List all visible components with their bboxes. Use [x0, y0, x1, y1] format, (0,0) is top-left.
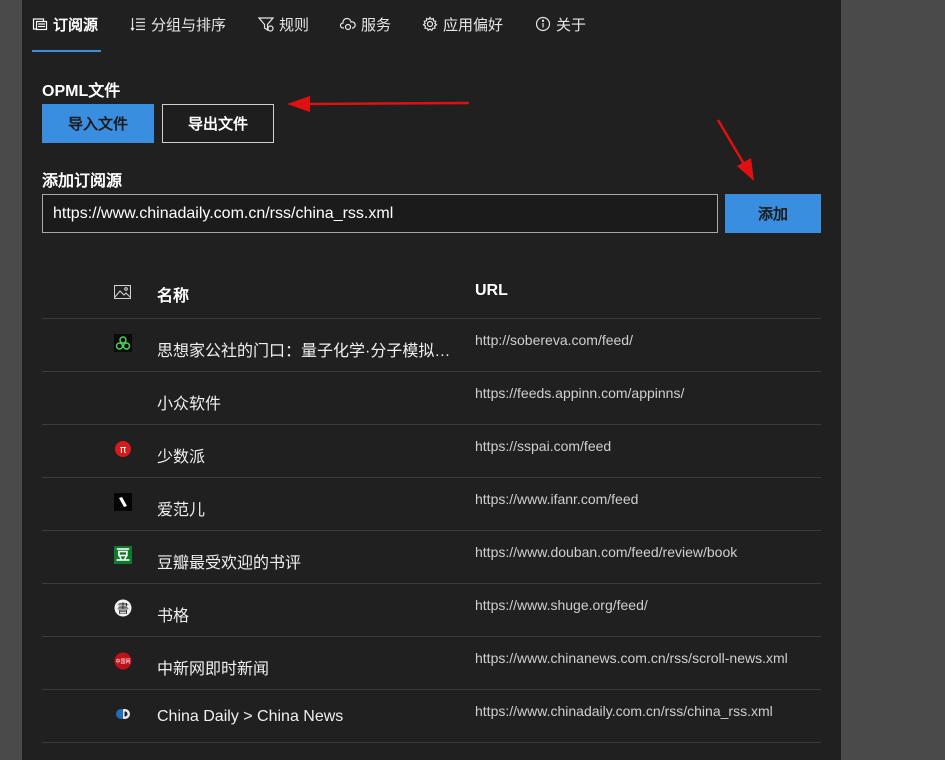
- add-feed-section-title: 添加订阅源: [42, 173, 123, 190]
- gear-icon: [422, 16, 438, 32]
- opml-section-title: OPML文件: [42, 83, 121, 100]
- feed-url: https://www.chinadaily.com.cn/rss/china_…: [475, 703, 773, 719]
- table-row[interactable]: 豆 豆瓣最受欢迎的书评 https://www.douban.com/feed/…: [42, 531, 821, 584]
- image-icon: [114, 285, 131, 299]
- douban-icon: 豆: [114, 546, 132, 564]
- tab-rules[interactable]: 规则: [258, 12, 309, 36]
- table-row[interactable]: 爱范儿 https://www.ifanr.com/feed: [42, 478, 821, 531]
- feed-name: 思想家公社的门口：量子化学·分子模拟·二次元: [157, 343, 452, 360]
- tab-groups-sort[interactable]: 分组与排序: [130, 12, 226, 36]
- tab-about-label: 关于: [556, 16, 587, 34]
- tab-services[interactable]: 服务: [340, 12, 391, 36]
- sspai-icon: π: [115, 441, 131, 457]
- table-row[interactable]: 書 书格 https://www.shuge.org/feed/: [42, 584, 821, 637]
- table-row[interactable]: 中国网 中新网即时新闻 https://www.chinanews.com.cn…: [42, 637, 821, 690]
- cloud-sync-icon: [340, 17, 356, 31]
- table-row[interactable]: 思想家公社的门口：量子化学·分子模拟·二次元 http://sobereva.c…: [42, 319, 821, 372]
- shuge-icon-glyph: 書: [117, 602, 129, 616]
- feed-url: https://www.douban.com/feed/review/book: [475, 544, 738, 560]
- filter-icon: [258, 17, 274, 32]
- feed-url: https://sspai.com/feed: [475, 438, 612, 454]
- tab-about[interactable]: 关于: [535, 12, 586, 36]
- shuge-icon: 書: [114, 599, 132, 617]
- feed-name: 小众软件: [157, 396, 222, 413]
- tab-feeds[interactable]: 订阅源: [32, 12, 98, 36]
- info-icon: [535, 16, 551, 32]
- feed-name: China Daily > China News: [157, 708, 344, 725]
- tab-groups-sort-label: 分组与排序: [151, 16, 227, 34]
- table-row[interactable]: China Daily > China News https://www.chi…: [42, 690, 821, 743]
- tab-bar: 订阅源 分组与排序 规则 服务 应用偏好 关于: [22, 0, 841, 54]
- feed-url: http://sobereva.com/feed/: [475, 332, 633, 348]
- tab-rules-label: 规则: [279, 16, 310, 34]
- feed-name: 少数派: [157, 449, 206, 466]
- tab-services-label: 服务: [361, 16, 392, 34]
- tab-preferences[interactable]: 应用偏好: [422, 12, 503, 36]
- feed-name: 豆瓣最受欢迎的书评: [157, 555, 302, 572]
- tab-preferences-label: 应用偏好: [443, 16, 504, 34]
- svg-text:π: π: [120, 443, 127, 456]
- table-row[interactable]: 小众软件 https://feeds.appinn.com/appinns/: [42, 372, 821, 425]
- active-tab-indicator: [32, 50, 101, 52]
- feed-url-input[interactable]: [42, 194, 718, 233]
- settings-panel: 订阅源 分组与排序 规则 服务 应用偏好 关于 OPML文件 导入文件 导出文件…: [22, 0, 841, 760]
- import-file-button[interactable]: 导入文件: [42, 104, 154, 143]
- list-sort-icon: [130, 18, 145, 31]
- export-file-button[interactable]: 导出文件: [162, 104, 274, 143]
- sobereva-icon: [114, 334, 132, 352]
- add-feed-button[interactable]: 添加: [725, 194, 821, 233]
- feed-name: 书格: [157, 608, 190, 625]
- feeds-icon: [32, 18, 48, 31]
- feed-url: https://www.shuge.org/feed/: [475, 597, 648, 613]
- feed-url: https://feeds.appinn.com/appinns/: [475, 385, 685, 401]
- tab-feeds-label: 订阅源: [53, 16, 99, 34]
- chinadaily-icon: [116, 709, 130, 719]
- feed-name: 中新网即时新闻: [157, 661, 270, 678]
- chinanews-icon: 中国网: [114, 652, 132, 670]
- feed-url: https://www.ifanr.com/feed: [475, 491, 639, 507]
- feeds-table: 名称 URL 思想家公社的门口：量子化学·分子模拟·二次元 http://sob…: [42, 268, 821, 743]
- header-url[interactable]: URL: [475, 282, 508, 300]
- douban-icon-glyph: 豆: [116, 547, 130, 563]
- table-header: 名称 URL: [42, 268, 821, 319]
- feed-url: https://www.chinanews.com.cn/rss/scroll-…: [475, 650, 788, 666]
- header-name[interactable]: 名称: [157, 282, 189, 306]
- ifanr-icon: [114, 493, 132, 511]
- chinanews-icon-glyph: 中国网: [115, 658, 130, 665]
- feed-name: 爱范儿: [157, 502, 206, 519]
- table-row[interactable]: π 少数派 https://sspai.com/feed: [42, 425, 821, 478]
